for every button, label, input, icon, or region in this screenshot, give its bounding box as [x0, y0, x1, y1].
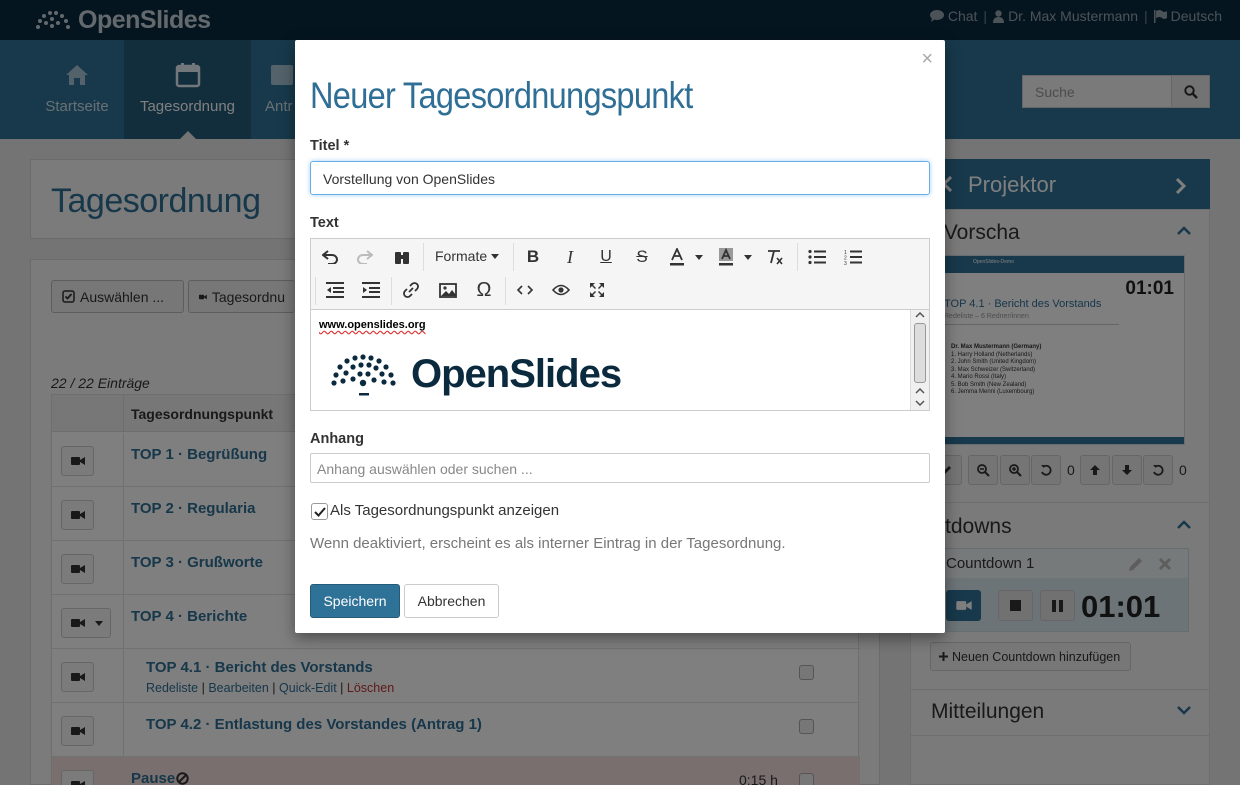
editor-toolbar: Formate B I U S 123 Ω — [311, 239, 929, 310]
strikethrough-icon: S — [636, 247, 648, 266]
link-button[interactable] — [397, 276, 425, 304]
bold-icon: B — [526, 247, 540, 266]
redo-button[interactable] — [351, 243, 379, 271]
cancel-button[interactable]: Abbrechen — [404, 584, 499, 618]
link-icon — [403, 282, 419, 298]
binoculars-icon — [395, 252, 409, 264]
caret-down-icon — [695, 254, 703, 260]
openslides-logo-icon — [331, 353, 396, 395]
formats-label: Formate — [435, 248, 488, 264]
background-color-button[interactable] — [712, 243, 740, 271]
background-color-icon — [719, 248, 733, 266]
fullscreen-icon — [590, 283, 604, 297]
clear-formatting-button[interactable] — [761, 243, 789, 271]
outdent-icon — [326, 282, 344, 298]
toolbar-separator — [505, 277, 506, 305]
special-character-button[interactable]: Ω — [470, 276, 498, 304]
content-logo: OpenSlides — [329, 352, 622, 397]
bullet-list-button[interactable] — [803, 243, 831, 271]
indent-button[interactable] — [357, 276, 385, 304]
checkmark-icon — [313, 506, 326, 517]
text-color-dropdown[interactable] — [691, 243, 707, 271]
undo-icon — [322, 250, 338, 264]
attachment-select[interactable]: Anhang auswählen oder suchen ... — [310, 453, 930, 483]
bullet-list-icon — [808, 249, 826, 265]
preview-button[interactable] — [547, 276, 575, 304]
numbered-list-icon: 123 — [844, 250, 862, 265]
content-url: www.openslides.org — [319, 319, 426, 331]
svg-text:3: 3 — [844, 261, 847, 265]
dialog-title: Neuer Tagesordnungspunkt — [310, 75, 693, 116]
underline-icon: U — [600, 248, 612, 265]
text-color-button[interactable] — [663, 243, 691, 271]
help-text: Wenn deaktiviert, erscheint es als inter… — [310, 535, 786, 552]
toolbar-separator — [797, 243, 798, 271]
show-as-agenda-item-checkbox[interactable] — [311, 503, 328, 520]
eye-icon — [552, 284, 570, 296]
editor-scrollbar[interactable] — [910, 310, 929, 410]
image-icon — [439, 282, 457, 298]
formats-dropdown[interactable]: Formate — [435, 248, 500, 264]
image-button[interactable] — [434, 276, 462, 304]
source-code-button[interactable] — [511, 276, 539, 304]
checkbox-label[interactable]: Als Tagesordnungspunkt anzeigen — [330, 502, 559, 519]
text-color-icon — [670, 248, 684, 266]
code-icon — [517, 285, 533, 295]
fullscreen-button[interactable] — [583, 276, 611, 304]
paste-text-button[interactable] — [388, 243, 416, 271]
title-label: Titel * — [310, 138, 350, 154]
outdent-button[interactable] — [321, 276, 349, 304]
title-input[interactable]: Vorstellung von OpenSlides — [310, 161, 930, 195]
toolbar-separator — [391, 277, 392, 305]
numbered-list-button[interactable]: 123 — [839, 243, 867, 271]
close-button[interactable]: × — [921, 48, 933, 71]
clear-formatting-icon — [768, 250, 783, 265]
italic-icon: I — [567, 246, 573, 267]
toolbar-separator — [513, 243, 514, 271]
scrollbar-thumb[interactable] — [914, 323, 926, 383]
scroll-down-arrow-icon[interactable] — [915, 400, 925, 406]
rich-text-editor: Formate B I U S 123 Ω www.openslides.org… — [310, 238, 930, 411]
content-logo-text: OpenSlides — [411, 352, 622, 396]
caret-down-icon — [491, 253, 500, 259]
italic-button[interactable]: I — [556, 243, 584, 271]
scroll-up-arrow-icon[interactable] — [915, 312, 925, 318]
background-color-dropdown[interactable] — [740, 243, 756, 271]
scroll-up-arrow-icon[interactable] — [915, 388, 925, 394]
editor-content[interactable]: www.openslides.org OpenSlides — [311, 310, 909, 410]
indent-icon — [362, 282, 380, 298]
save-button[interactable]: Speichern — [310, 584, 400, 618]
undo-button[interactable] — [316, 243, 344, 271]
caret-down-icon — [744, 254, 752, 260]
new-agenda-item-dialog: × Neuer Tagesordnungspunkt Titel * Vorst… — [295, 40, 945, 633]
strikethrough-button[interactable]: S — [628, 243, 656, 271]
toolbar-separator — [423, 243, 424, 271]
attachment-label: Anhang — [310, 431, 364, 447]
text-label: Text — [310, 215, 339, 231]
redo-icon — [357, 250, 373, 264]
omega-icon: Ω — [476, 278, 492, 301]
underline-button[interactable]: U — [592, 243, 620, 271]
bold-button[interactable]: B — [519, 243, 547, 271]
toolbar-separator — [315, 277, 316, 305]
